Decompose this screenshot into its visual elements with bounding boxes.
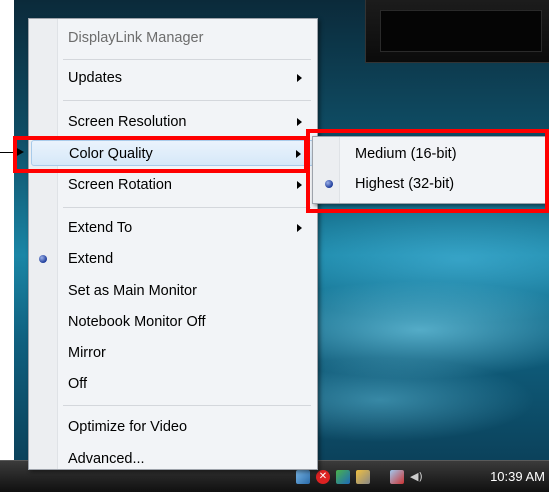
menu-item-screen-resolution[interactable]: Screen Resolution: [31, 109, 314, 135]
menu-item-screen-rotation[interactable]: Screen Rotation: [31, 172, 314, 198]
menu-item-off[interactable]: Off: [31, 371, 314, 397]
menu-item-label: Screen Resolution: [68, 114, 187, 130]
submenu-arrow-icon: [297, 224, 302, 232]
menu-item-updates[interactable]: Updates: [31, 65, 314, 91]
menu-header-label: DisplayLink Manager: [68, 30, 204, 46]
left-margin: [0, 0, 14, 491]
menu-item-label: Advanced...: [68, 451, 145, 467]
menu-item-extend[interactable]: Extend: [31, 246, 314, 272]
submenu-arrow-icon: [297, 181, 302, 189]
menu-separator: [63, 405, 311, 406]
blocked-icon[interactable]: ✕: [316, 470, 330, 484]
menu-item-extend-to[interactable]: Extend To: [31, 215, 314, 241]
menu-separator: [63, 59, 311, 60]
menu-item-label: Optimize for Video: [68, 419, 188, 435]
menu-item-set-as-main-monitor[interactable]: Set as Main Monitor: [31, 278, 314, 304]
radio-selected-icon: [39, 255, 47, 263]
system-tray: ✕ ◀): [296, 468, 426, 486]
menu-separator: [63, 100, 311, 101]
menu-item-mirror[interactable]: Mirror: [31, 340, 314, 366]
background-window-content: [380, 10, 542, 52]
volume-icon[interactable]: ◀): [410, 470, 426, 484]
menu-item-label: Screen Rotation: [68, 177, 172, 193]
taskbar-clock[interactable]: 10:39 AM: [490, 467, 545, 487]
menu-header: DisplayLink Manager: [31, 25, 314, 51]
annotation-box-submenu: [306, 129, 549, 213]
menu-separator: [63, 207, 311, 208]
menu-item-notebook-monitor-off[interactable]: Notebook Monitor Off: [31, 309, 314, 335]
menu-item-label: Set as Main Monitor: [68, 283, 197, 299]
menu-item-label: Off: [68, 376, 88, 392]
monitor-icon[interactable]: [356, 470, 370, 484]
network-alert-icon[interactable]: [390, 470, 404, 484]
menu-item-label: Mirror: [68, 345, 106, 361]
menu-item-label: Extend: [68, 251, 114, 267]
menu-item-label: Extend To: [68, 220, 133, 236]
network-icon[interactable]: [296, 470, 310, 484]
menu-item-optimize-for-video[interactable]: Optimize for Video: [31, 414, 314, 440]
displaylink-context-menu: DisplayLink Manager Updates Screen Resol…: [28, 18, 318, 470]
displaylink-icon[interactable]: [336, 470, 350, 484]
menu-item-advanced[interactable]: Advanced...: [31, 446, 314, 472]
menu-item-label: Updates: [68, 70, 123, 86]
submenu-arrow-icon: [297, 118, 302, 126]
submenu-arrow-icon: [297, 74, 302, 82]
menu-item-label: Notebook Monitor Off: [68, 314, 206, 330]
annotation-box-color-quality: [13, 136, 308, 173]
